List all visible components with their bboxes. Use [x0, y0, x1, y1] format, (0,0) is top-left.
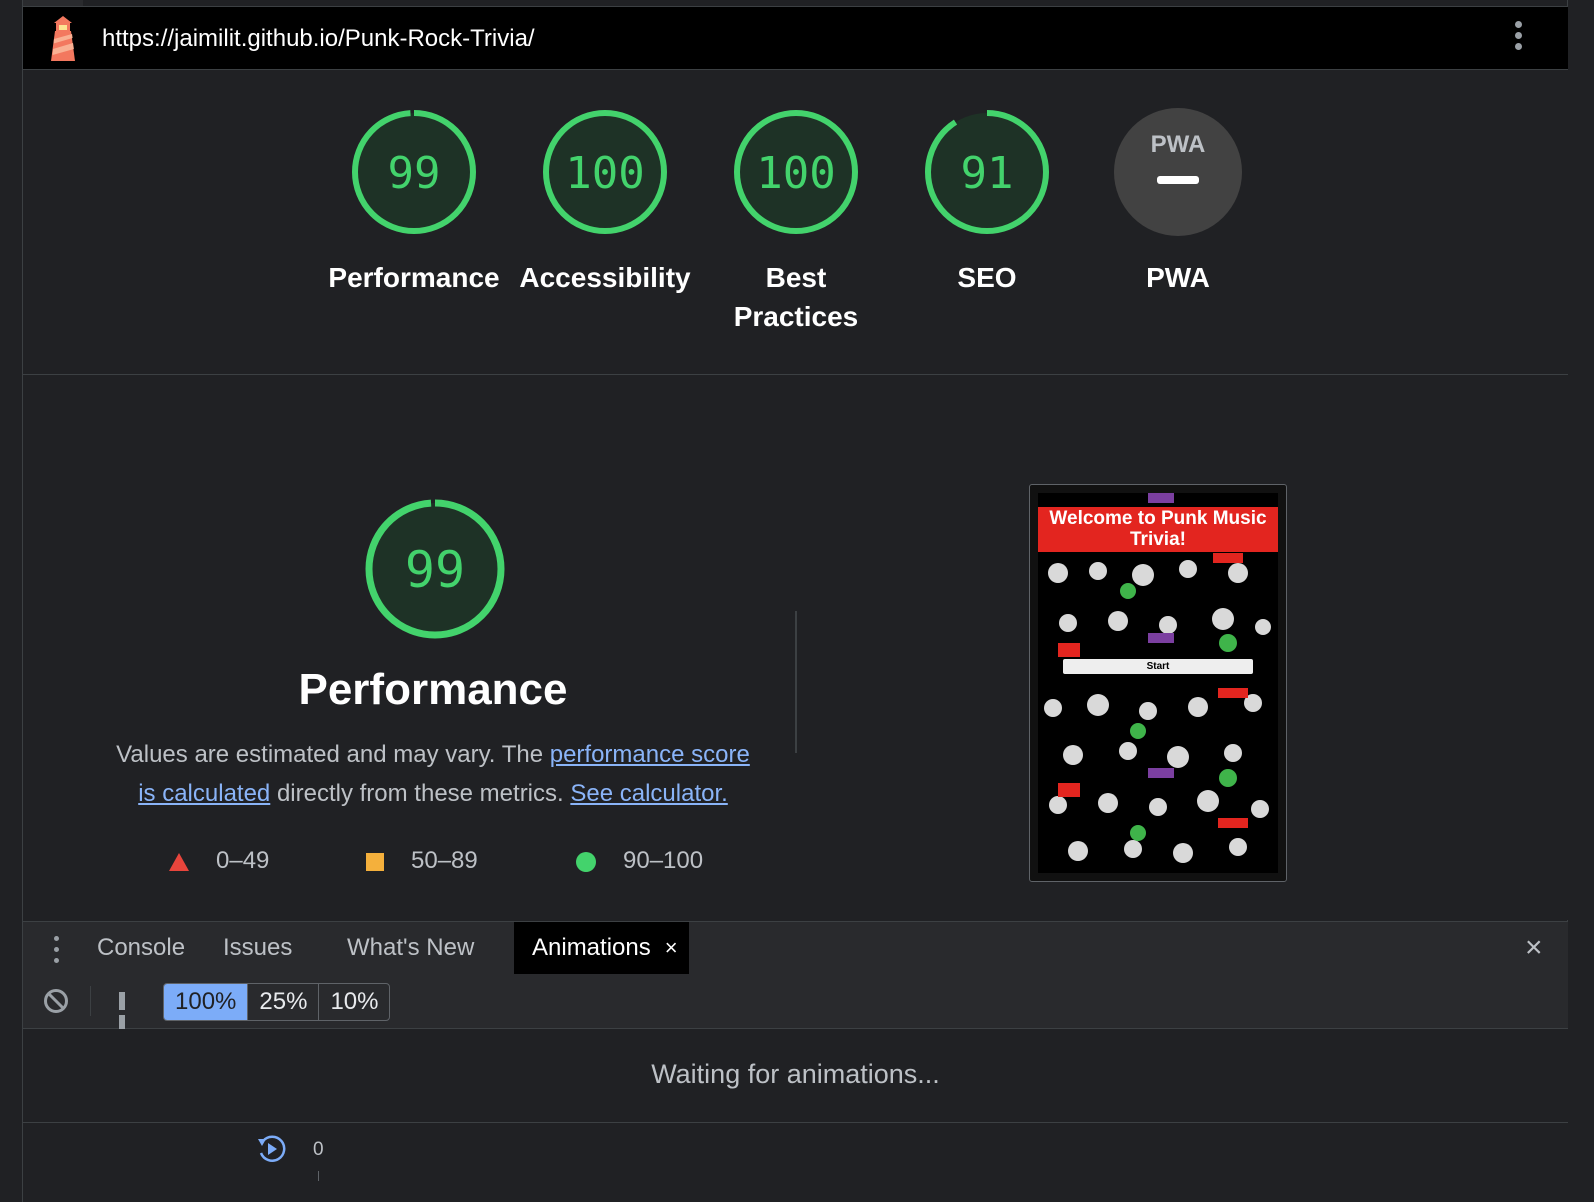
see-calculator-link[interactable]: See calculator. [570, 780, 727, 807]
tab-issues[interactable]: Issues [205, 922, 310, 974]
replay-icon[interactable] [255, 1133, 287, 1165]
gauge-ring: 99 [352, 110, 476, 234]
drawer-tabbar: Console Issues What's New Animations × × [23, 921, 1568, 975]
gauge-label: Accessibility [519, 262, 691, 293]
legend-range: 50–89 [411, 847, 478, 874]
final-screenshot[interactable]: Welcome to Punk Music Trivia! Start [1029, 484, 1287, 882]
gauge-label: SEO [957, 262, 1017, 293]
speed-100-button[interactable]: 100% [164, 984, 249, 1020]
gauge-ring: 91 [925, 110, 1049, 234]
animations-panel: Waiting for animations... [23, 1029, 1568, 1123]
close-drawer-icon[interactable]: × [1525, 933, 1543, 963]
circle-icon [576, 851, 596, 872]
gauge-score: 99 [388, 148, 441, 199]
performance-gauge: 99 [365, 499, 505, 639]
animations-toolbar: 100% 25% 10% [23, 974, 1568, 1033]
top-strip [23, 0, 1594, 7]
legend-pass: 90–100 [575, 847, 703, 875]
gauge-ring: 100 [543, 110, 667, 234]
desc-text: directly from these metrics. [270, 780, 571, 807]
square-icon [366, 852, 384, 871]
top-strip-segment [23, 0, 83, 6]
left-gutter [0, 0, 23, 1202]
pause-all-icon[interactable] [119, 992, 137, 1033]
toolbar-separator [90, 986, 91, 1016]
speed-10-button[interactable]: 10% [319, 984, 389, 1020]
animation-timeline: 0 [23, 1123, 1568, 1202]
more-options-icon[interactable] [1513, 21, 1523, 57]
performance-score: 99 [405, 541, 465, 599]
drawer-menu-icon[interactable] [51, 936, 61, 964]
gauge-accessibility[interactable]: 100 Accessibility [510, 108, 700, 297]
gauge-performance[interactable]: 99 Performance [319, 108, 509, 297]
gauge-label: PWA [1146, 262, 1210, 293]
scrollbar-gutter[interactable] [1567, 0, 1594, 1202]
tab-console[interactable]: Console [79, 922, 203, 974]
category-scores: 99 Performance 100 Accessibility 100 Bes… [23, 70, 1568, 375]
lighthouse-icon [51, 16, 75, 61]
pwa-badge-text: PWA [1151, 131, 1206, 158]
tab-animations[interactable]: Animations × [514, 922, 689, 974]
tab-whats-new[interactable]: What's New [329, 922, 492, 974]
desc-text: Values are estimated and may vary. The [116, 741, 550, 768]
gauge-seo[interactable]: 91 SEO [892, 108, 1082, 297]
report-url[interactable]: https://jaimilit.github.io/Punk-Rock-Tri… [102, 25, 535, 53]
gauge-score: 91 [961, 148, 1014, 199]
legend-average: 50–89 [365, 847, 478, 875]
clear-all-icon[interactable] [43, 988, 69, 1014]
screenshot-banner: Welcome to Punk Music Trivia! [1038, 507, 1278, 552]
tab-animations-label: Animations [532, 934, 651, 961]
performance-title: Performance [298, 665, 568, 714]
performance-description: Values are estimated and may vary. The p… [113, 735, 753, 813]
legend-fail: 0–49 [168, 847, 269, 875]
gauge-pwa[interactable]: PWA PWA [1083, 108, 1273, 297]
legend-range: 90–100 [623, 847, 704, 874]
report-topbar: https://jaimilit.github.io/Punk-Rock-Tri… [23, 7, 1568, 70]
legend-range: 0–49 [216, 847, 270, 874]
speed-25-button[interactable]: 25% [248, 984, 320, 1020]
section-divider [795, 611, 797, 753]
gauge-label: Best Practices [733, 262, 859, 332]
waiting-message: Waiting for animations... [651, 1059, 940, 1089]
screenshot-start-button: Start [1063, 659, 1253, 674]
gauge-label: Performance [328, 262, 500, 293]
playback-speed-group: 100% 25% 10% [163, 983, 391, 1021]
gauge-best-practices[interactable]: 100 Best Practices [701, 108, 891, 336]
triangle-icon [169, 852, 189, 871]
close-tab-icon[interactable]: × [665, 935, 678, 960]
timeline-tick [318, 1171, 319, 1181]
gauge-ring: 100 [734, 110, 858, 234]
pwa-badge-icon: PWA [1114, 108, 1242, 236]
timeline-zero-label: 0 [313, 1139, 324, 1160]
performance-section: 99 Performance Values are estimated and … [23, 375, 1568, 920]
gauge-score: 100 [756, 148, 835, 199]
gauge-score: 100 [565, 148, 644, 199]
